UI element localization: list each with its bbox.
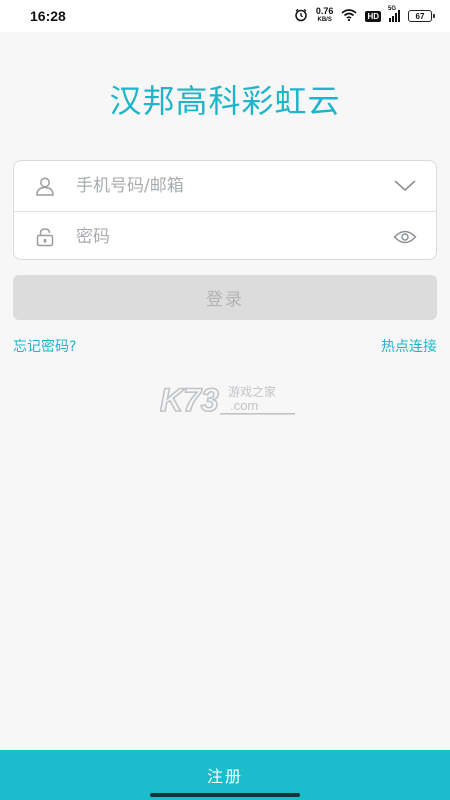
password-input[interactable] (76, 226, 392, 247)
lock-icon (34, 226, 56, 248)
forgot-password-link[interactable]: 忘记密码? (13, 336, 76, 356)
alarm-icon (294, 8, 308, 25)
network-speed-unit: KB/S (317, 17, 332, 23)
user-icon (34, 175, 56, 197)
login-form (13, 160, 437, 260)
wifi-icon (341, 8, 357, 24)
hotspot-connect-link[interactable]: 热点连接 (381, 336, 437, 356)
battery-icon: 67 (408, 10, 435, 22)
signal-type-label: 5G (388, 6, 397, 12)
home-indicator[interactable] (150, 793, 300, 797)
svg-text:K73: K73 (160, 382, 219, 418)
account-row (14, 161, 436, 211)
chevron-down-icon[interactable] (392, 175, 418, 197)
k73-watermark-logo: K73 游戏之家 .com (159, 380, 300, 420)
status-icons: 0.76 KB/S HD 5G 67 (294, 6, 435, 25)
network-speed: 0.76 KB/S (316, 7, 334, 25)
battery-level: 67 (415, 11, 425, 21)
password-row (14, 211, 436, 261)
login-button[interactable]: 登录 (13, 275, 437, 320)
status-time: 16:28 (30, 8, 66, 24)
eye-icon[interactable] (392, 226, 418, 248)
hd-badge: HD (365, 10, 381, 22)
svg-text:.com: .com (230, 398, 258, 413)
network-speed-value: 0.76 (315, 6, 334, 16)
app-title: 汉邦高科彩虹云 (109, 82, 341, 120)
status-bar: 16:28 0.76 KB/S HD 5G 67 (0, 0, 450, 32)
link-row: 忘记密码? 热点连接 (13, 336, 437, 356)
account-input[interactable] (76, 176, 392, 196)
svg-text:游戏之家: 游戏之家 (228, 384, 276, 399)
cellular-signal-icon: 5G (388, 6, 400, 22)
